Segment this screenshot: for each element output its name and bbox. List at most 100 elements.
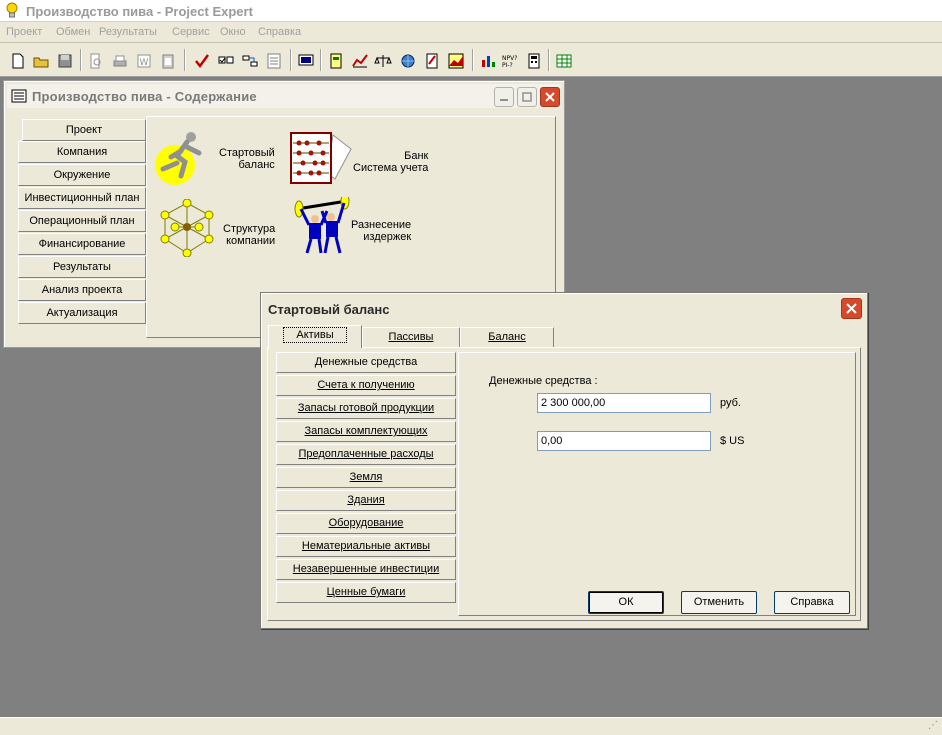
monitor-icon[interactable] [296, 51, 316, 71]
toolbar-separator [320, 49, 322, 71]
asset-unfinished-investments[interactable]: Незавершенные инвестиции [276, 559, 456, 580]
tab-results[interactable]: Результаты [18, 256, 146, 278]
status-bar: ⋰ [0, 717, 942, 735]
asset-securities[interactable]: Ценные бумаги [276, 582, 456, 603]
asset-land[interactable]: Земля [276, 467, 456, 488]
content-window-title: Производство пива - Содержание [32, 89, 257, 104]
toolbar-separator [184, 49, 186, 71]
cash-heading: Денежные средства : [489, 375, 598, 387]
menu-help[interactable]: Справка [258, 26, 301, 38]
open-folder-icon[interactable] [31, 51, 51, 71]
app-title: Производство пива - Project Expert [26, 4, 253, 19]
network-arrows-icon[interactable] [240, 51, 260, 71]
content-window-title-bar: Производство пива - Содержание [7, 84, 561, 108]
accounting-label: Банк Система учета [353, 150, 429, 174]
toolbar-separator [472, 49, 474, 71]
maximize-icon [522, 92, 532, 102]
app-title-bar: Производство пива - Project Expert [0, 0, 942, 22]
asset-buildings[interactable]: Здания [276, 490, 456, 511]
minimize-icon [500, 99, 508, 101]
new-file-icon[interactable] [8, 51, 28, 71]
cashflow-chart-icon[interactable] [350, 51, 370, 71]
table-icon[interactable] [326, 51, 346, 71]
molecule-structure-icon [160, 199, 214, 257]
asset-finished-goods[interactable]: Запасы готовой продукции [276, 398, 456, 419]
tab-assets[interactable]: Активы [268, 325, 362, 348]
dialog-title: Стартовый баланс [268, 302, 390, 317]
svg-text:PI-?: PI-? [502, 62, 513, 69]
tab-environment[interactable]: Окружение [18, 164, 146, 186]
tab-investment-plan[interactable]: Инвестиционный план [18, 187, 146, 209]
maximize-button[interactable] [517, 87, 537, 107]
asset-prepaid-expenses[interactable]: Предоплаченные расходы [276, 444, 456, 465]
cost-allocation-label: Разнесение издержек [351, 219, 412, 243]
resize-grip-icon[interactable]: ⋰ [928, 720, 938, 731]
close-button[interactable] [540, 87, 560, 107]
rub-unit-label: руб. [720, 397, 741, 409]
minimize-button[interactable] [494, 87, 514, 107]
tab-actualization[interactable]: Актуализация [18, 302, 146, 324]
bar-chart-icon[interactable] [478, 51, 498, 71]
save-icon[interactable] [55, 51, 75, 71]
accounting-item[interactable]: Банк Система учета [289, 129, 428, 187]
starting-balance-label: Стартовый баланс [219, 147, 275, 171]
checkmark-icon[interactable] [192, 51, 212, 71]
document-icon [11, 89, 27, 103]
dialog-close-button[interactable] [841, 298, 862, 319]
asset-detail-panel: Денежные средства : 2 300 000,00 руб. 0,… [458, 352, 856, 616]
help-button[interactable]: Справка [774, 591, 850, 614]
print-icon[interactable] [110, 51, 130, 71]
menu-bar: Проект Обмен Результаты Сервис Окно Спра… [0, 22, 942, 43]
company-structure-item[interactable]: Структура компании [157, 199, 275, 257]
svg-text:NPV?: NPV? [502, 55, 517, 62]
print-preview-icon[interactable] [86, 51, 106, 71]
cancel-button[interactable]: Отменить [681, 591, 757, 614]
area-chart-icon[interactable] [446, 51, 466, 71]
checklist-icon[interactable] [216, 51, 236, 71]
tab-project-analysis[interactable]: Анализ проекта [18, 279, 146, 301]
cash-rub-input[interactable]: 2 300 000,00 [537, 393, 711, 413]
npv-pi-icon[interactable]: NPV? PI-? [500, 51, 520, 71]
menu-project[interactable]: Проект [6, 26, 42, 38]
asset-intangibles[interactable]: Нематериальные активы [276, 536, 456, 557]
svg-text:W: W [140, 58, 149, 68]
toolbar-separator [80, 49, 82, 71]
tab-balance[interactable]: Баланс [460, 327, 554, 347]
starting-balance-item[interactable]: Стартовый баланс [153, 127, 275, 191]
report-icon[interactable] [422, 51, 442, 71]
spreadsheet-icon[interactable] [554, 51, 574, 71]
menu-service[interactable]: Сервис [172, 26, 210, 38]
clipboard-icon[interactable] [158, 51, 178, 71]
cash-usd-input[interactable]: 0,00 [537, 431, 711, 451]
asset-components[interactable]: Запасы комплектующих [276, 421, 456, 442]
tab-financing[interactable]: Финансирование [18, 233, 146, 255]
word-export-icon[interactable]: W [134, 51, 154, 71]
asset-equipment[interactable]: Оборудование [276, 513, 456, 534]
document-list-icon[interactable] [264, 51, 284, 71]
scales-icon[interactable] [373, 51, 393, 71]
calculator-icon[interactable] [524, 51, 544, 71]
weightlifters-icon [294, 197, 350, 254]
tab-operational-plan[interactable]: Операционный план [18, 210, 146, 232]
tab-project[interactable]: Проект [22, 119, 146, 141]
asset-receivables[interactable]: Счета к получению [276, 375, 456, 396]
tab-company[interactable]: Компания [18, 141, 146, 163]
dialog-title-bar: Стартовый баланс [263, 295, 865, 321]
runner-icon [155, 132, 202, 185]
company-structure-label: Структура компании [223, 223, 276, 247]
menu-results[interactable]: Результаты [99, 26, 157, 38]
assets-panel: Денежные средства Счета к получению Запа… [267, 347, 861, 621]
menu-exchange[interactable]: Обмен [56, 26, 90, 38]
tab-liabilities-label: Пассивы [388, 331, 434, 343]
globe-icon[interactable] [398, 51, 418, 71]
ok-button[interactable]: ОК [588, 591, 664, 614]
lightbulb-icon [6, 2, 18, 18]
close-icon [846, 303, 857, 314]
asset-cash[interactable]: Денежные средства [276, 352, 456, 373]
tab-liabilities[interactable]: Пассивы [362, 327, 460, 347]
abacus-icon [290, 132, 352, 184]
toolbar: W NPV? PI-? [0, 43, 942, 77]
toolbar-separator [290, 49, 292, 71]
cost-allocation-item[interactable]: Разнесение издержек [293, 197, 411, 255]
menu-window[interactable]: Окно [220, 26, 246, 38]
